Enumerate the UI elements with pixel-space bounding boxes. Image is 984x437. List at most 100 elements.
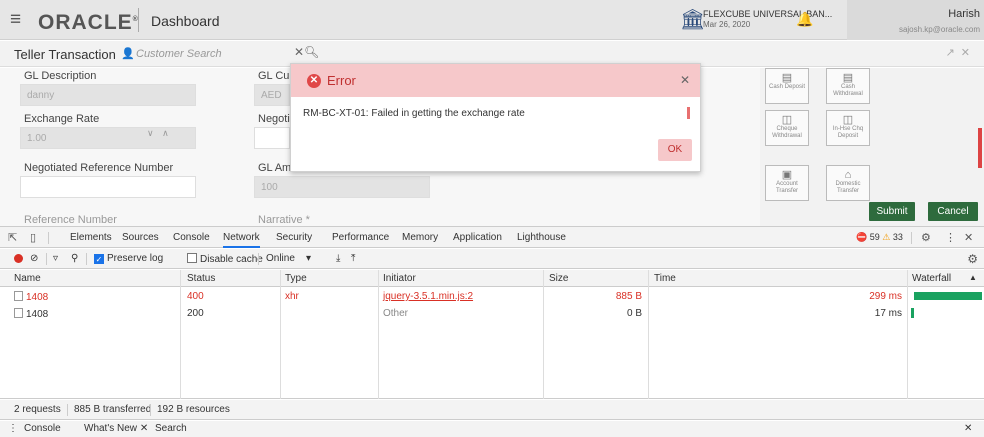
warning-icon: ⚠ bbox=[882, 232, 891, 242]
column-initiator[interactable]: Initiator bbox=[383, 273, 416, 284]
tile-label: Cash Withdrawal bbox=[833, 84, 863, 97]
oracle-logo: ORACLE® bbox=[38, 11, 139, 34]
checkbox-checked-icon: ✓ bbox=[94, 254, 104, 264]
export-har-icon[interactable]: ⤒ bbox=[351, 253, 355, 264]
close-icon[interactable]: ✕ bbox=[680, 73, 690, 87]
cancel-button[interactable]: Cancel bbox=[928, 202, 978, 221]
error-dialog: ✕ Error ✕ RM-BC-XT-01: Failed in getting… bbox=[290, 63, 701, 172]
transfer-icon: ▣ bbox=[781, 169, 793, 181]
tile-domestic-transfer[interactable]: ⌂ Domestic Transfer bbox=[826, 165, 870, 201]
disable-cache-checkbox[interactable]: Disable cache bbox=[187, 253, 263, 265]
drawer-menu-icon[interactable]: ⋮ bbox=[8, 423, 18, 434]
gl-currency-field[interactable]: AED bbox=[254, 84, 290, 106]
negotiated-ref-label: Negotiated Reference Number bbox=[24, 162, 174, 174]
column-status[interactable]: Status bbox=[187, 273, 215, 284]
drawer-tab-console[interactable]: Console bbox=[24, 423, 61, 434]
throttle-value: Online bbox=[266, 253, 295, 264]
column-waterfall[interactable]: Waterfall bbox=[912, 273, 951, 284]
settings-icon[interactable]: ⚙ bbox=[921, 231, 931, 244]
user-name: Harish bbox=[948, 8, 980, 20]
warning-count: 33 bbox=[892, 232, 903, 242]
tile-cash-deposit[interactable]: ▤ Cash Deposit bbox=[765, 68, 809, 104]
tab-security[interactable]: Security bbox=[276, 232, 312, 243]
tile-inhouse-cheque-deposit[interactable]: ◫ In-Hse Chq Deposit bbox=[826, 110, 870, 146]
tab-title[interactable]: Teller Transaction bbox=[14, 47, 116, 62]
reference-number-label: Reference Number bbox=[24, 214, 117, 226]
ok-button[interactable]: OK bbox=[658, 139, 692, 161]
window-controls[interactable]: ↗✕ bbox=[946, 46, 976, 59]
close-tab-icon[interactable]: ✕ bbox=[140, 423, 148, 434]
tab-lighthouse[interactable]: Lighthouse bbox=[517, 232, 566, 243]
negotiated-ref-field[interactable] bbox=[20, 176, 196, 198]
drawer-tab-label: What's New bbox=[84, 423, 138, 434]
throttle-select[interactable]: Online ▾ bbox=[266, 253, 311, 264]
exchange-rate-stepper[interactable]: ∨ ∧ bbox=[147, 128, 172, 139]
bell-icon[interactable]: 🔔 bbox=[796, 11, 813, 28]
error-dialog-header: ✕ Error ✕ bbox=[291, 64, 700, 97]
search-icon[interactable]: ⚲ bbox=[71, 253, 78, 264]
disable-cache-label: Disable cache bbox=[200, 254, 263, 265]
divider bbox=[258, 253, 259, 265]
table-header: Name Status Type Initiator Size Time Wat… bbox=[0, 270, 984, 287]
divider bbox=[67, 404, 68, 416]
top-bar: ≡ ORACLE® Dashboard 🏛 FLEXCUBE UNIVERSAL… bbox=[0, 0, 984, 40]
drawer-tab-whats-new[interactable]: What's New ✕ bbox=[84, 423, 148, 434]
resources-size: 192 B resources bbox=[157, 404, 230, 415]
tab-memory[interactable]: Memory bbox=[402, 232, 438, 243]
sort-asc-icon[interactable]: ▲ bbox=[969, 273, 977, 282]
inspect-icon[interactable]: ⇱ bbox=[8, 231, 17, 244]
request-time: 299 ms bbox=[869, 291, 902, 302]
tab-elements[interactable]: Elements bbox=[70, 232, 112, 243]
user-menu[interactable]: Harish sajosh.kp@oracle.com bbox=[847, 0, 984, 40]
clear-search-icon[interactable]: ✕🔍︎ bbox=[294, 45, 319, 59]
device-toolbar-icon[interactable]: ▯ bbox=[30, 231, 36, 244]
tab-performance[interactable]: Performance bbox=[332, 232, 389, 243]
close-drawer-icon[interactable]: ✕ bbox=[964, 423, 972, 434]
tab-network[interactable]: Network bbox=[223, 232, 260, 248]
column-name[interactable]: Name bbox=[14, 273, 41, 284]
tile-label: In-Hse Chq Deposit bbox=[832, 126, 864, 139]
app-root: ≡ ORACLE® Dashboard 🏛 FLEXCUBE UNIVERSAL… bbox=[0, 0, 984, 437]
menu-icon[interactable]: ≡ bbox=[10, 10, 21, 30]
column-time[interactable]: Time bbox=[654, 273, 676, 284]
column-type[interactable]: Type bbox=[285, 273, 307, 284]
network-table: Name Status Type Initiator Size Time Wat… bbox=[0, 270, 984, 399]
person-icon: 👤 bbox=[121, 48, 135, 60]
import-har-icon[interactable]: ⤓ bbox=[336, 253, 340, 264]
customer-search-input[interactable]: Customer Search bbox=[136, 48, 222, 60]
cash-icon: ▤ bbox=[842, 72, 854, 84]
gl-description-label: GL Description bbox=[24, 70, 97, 82]
tile-cheque-withdrawal[interactable]: ◫ Cheque Withdrawal bbox=[765, 110, 809, 146]
table-row[interactable]: 1408 200 Other 0 B 17 ms bbox=[0, 306, 907, 322]
tile-cash-withdrawal[interactable]: ▤ Cash Withdrawal bbox=[826, 68, 870, 104]
devtools-tab-bar: ⇱ ▯ Elements Sources Console Network Sec… bbox=[0, 226, 984, 248]
divider bbox=[48, 232, 49, 244]
waterfall-bar bbox=[911, 308, 914, 318]
divider bbox=[911, 232, 912, 244]
bank-icon: 🏛 bbox=[680, 9, 706, 31]
submit-button[interactable]: Submit bbox=[869, 202, 915, 221]
close-devtools-icon[interactable]: ✕ bbox=[964, 231, 973, 244]
negotiated-rate-field[interactable] bbox=[254, 127, 290, 149]
form-scrollbar[interactable] bbox=[978, 128, 982, 168]
preserve-log-label: Preserve log bbox=[107, 253, 164, 264]
network-settings-icon[interactable]: ⚙ bbox=[967, 252, 978, 266]
filter-icon[interactable]: ▿ bbox=[53, 253, 58, 264]
tile-account-transfer[interactable]: ▣ Account Transfer bbox=[765, 165, 809, 201]
clear-icon[interactable]: ⊘ bbox=[30, 253, 38, 264]
tab-sources[interactable]: Sources bbox=[122, 232, 159, 243]
record-icon[interactable] bbox=[14, 254, 23, 263]
issue-badges[interactable]: ⛔ 59 ⚠ 33 bbox=[856, 232, 903, 243]
gl-description-field[interactable]: danny bbox=[20, 84, 196, 106]
tab-console[interactable]: Console bbox=[173, 232, 210, 243]
preserve-log-checkbox[interactable]: ✓ Preserve log bbox=[94, 253, 163, 264]
tab-application[interactable]: Application bbox=[453, 232, 502, 243]
transferred-size: 885 B transferred bbox=[74, 404, 152, 415]
file-icon bbox=[14, 291, 23, 301]
request-initiator-link[interactable]: jquery-3.5.1.min.js:2 bbox=[383, 291, 473, 302]
table-row[interactable]: 1408 400 xhr jquery-3.5.1.min.js:2 885 B… bbox=[0, 289, 907, 305]
gl-amount-field[interactable]: 100 bbox=[254, 176, 430, 198]
more-options-icon[interactable]: ⋮ bbox=[945, 231, 956, 244]
column-size[interactable]: Size bbox=[549, 273, 568, 284]
drawer-tab-search[interactable]: Search bbox=[155, 423, 187, 434]
